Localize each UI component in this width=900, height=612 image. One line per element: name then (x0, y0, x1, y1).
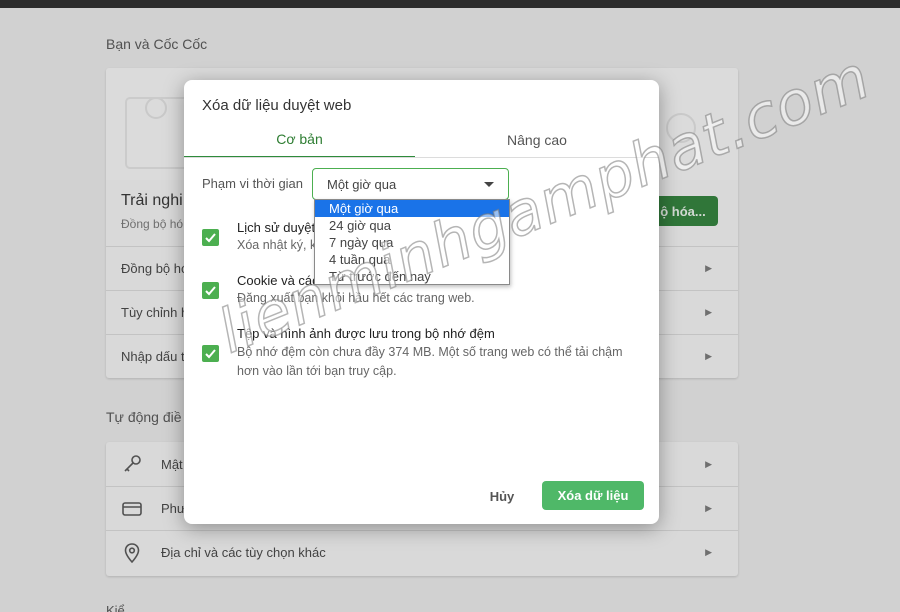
time-range-dropdown-list: Một giờ qua 24 giờ qua 7 ngày qua 4 tuần… (314, 199, 510, 285)
dropdown-option[interactable]: 7 ngày qua (315, 234, 509, 251)
cache-title: Tệp và hình ảnh được lưu trong bộ nhớ đệ… (237, 326, 495, 341)
cookies-title: Cookie và các (237, 273, 319, 288)
dropdown-option[interactable]: 24 giờ qua (315, 217, 509, 234)
time-range-value: Một giờ qua (327, 176, 397, 192)
history-checkbox[interactable] (202, 229, 219, 246)
checkmark-icon (205, 349, 216, 359)
dropdown-arrow-icon (484, 182, 494, 187)
history-title: Lịch sử duyệt (237, 220, 316, 235)
dialog-title: Xóa dữ liệu duyệt web (202, 97, 352, 114)
cache-desc: Bộ nhớ đệm còn chưa đầy 374 MB. Một số t… (237, 345, 623, 378)
time-range-label: Phạm vi thời gian (202, 176, 304, 191)
time-range-select[interactable]: Một giờ qua (312, 168, 509, 200)
cache-checkbox[interactable] (202, 345, 219, 362)
cancel-button[interactable]: Hủy (482, 483, 522, 509)
checkmark-icon (205, 233, 216, 243)
clear-data-button[interactable]: Xóa dữ liệu (542, 481, 644, 510)
dropdown-option[interactable]: Từ trước đến nay (315, 268, 509, 285)
tab-advanced[interactable]: Nâng cao (415, 122, 659, 158)
tab-divider (184, 157, 659, 158)
dropdown-option[interactable]: 4 tuần qua (315, 251, 509, 268)
window-top-bar (0, 0, 900, 8)
cookies-checkbox[interactable] (202, 282, 219, 299)
tab-basic[interactable]: Cơ bản (184, 122, 415, 158)
clear-browsing-data-dialog: Xóa dữ liệu duyệt web Cơ bản Nâng cao Ph… (184, 80, 659, 524)
cookies-desc: Đăng xuất bạn khỏi hầu hết các trang web… (237, 291, 475, 305)
dropdown-option[interactable]: Một giờ qua (315, 200, 509, 217)
checkmark-icon (205, 286, 216, 296)
